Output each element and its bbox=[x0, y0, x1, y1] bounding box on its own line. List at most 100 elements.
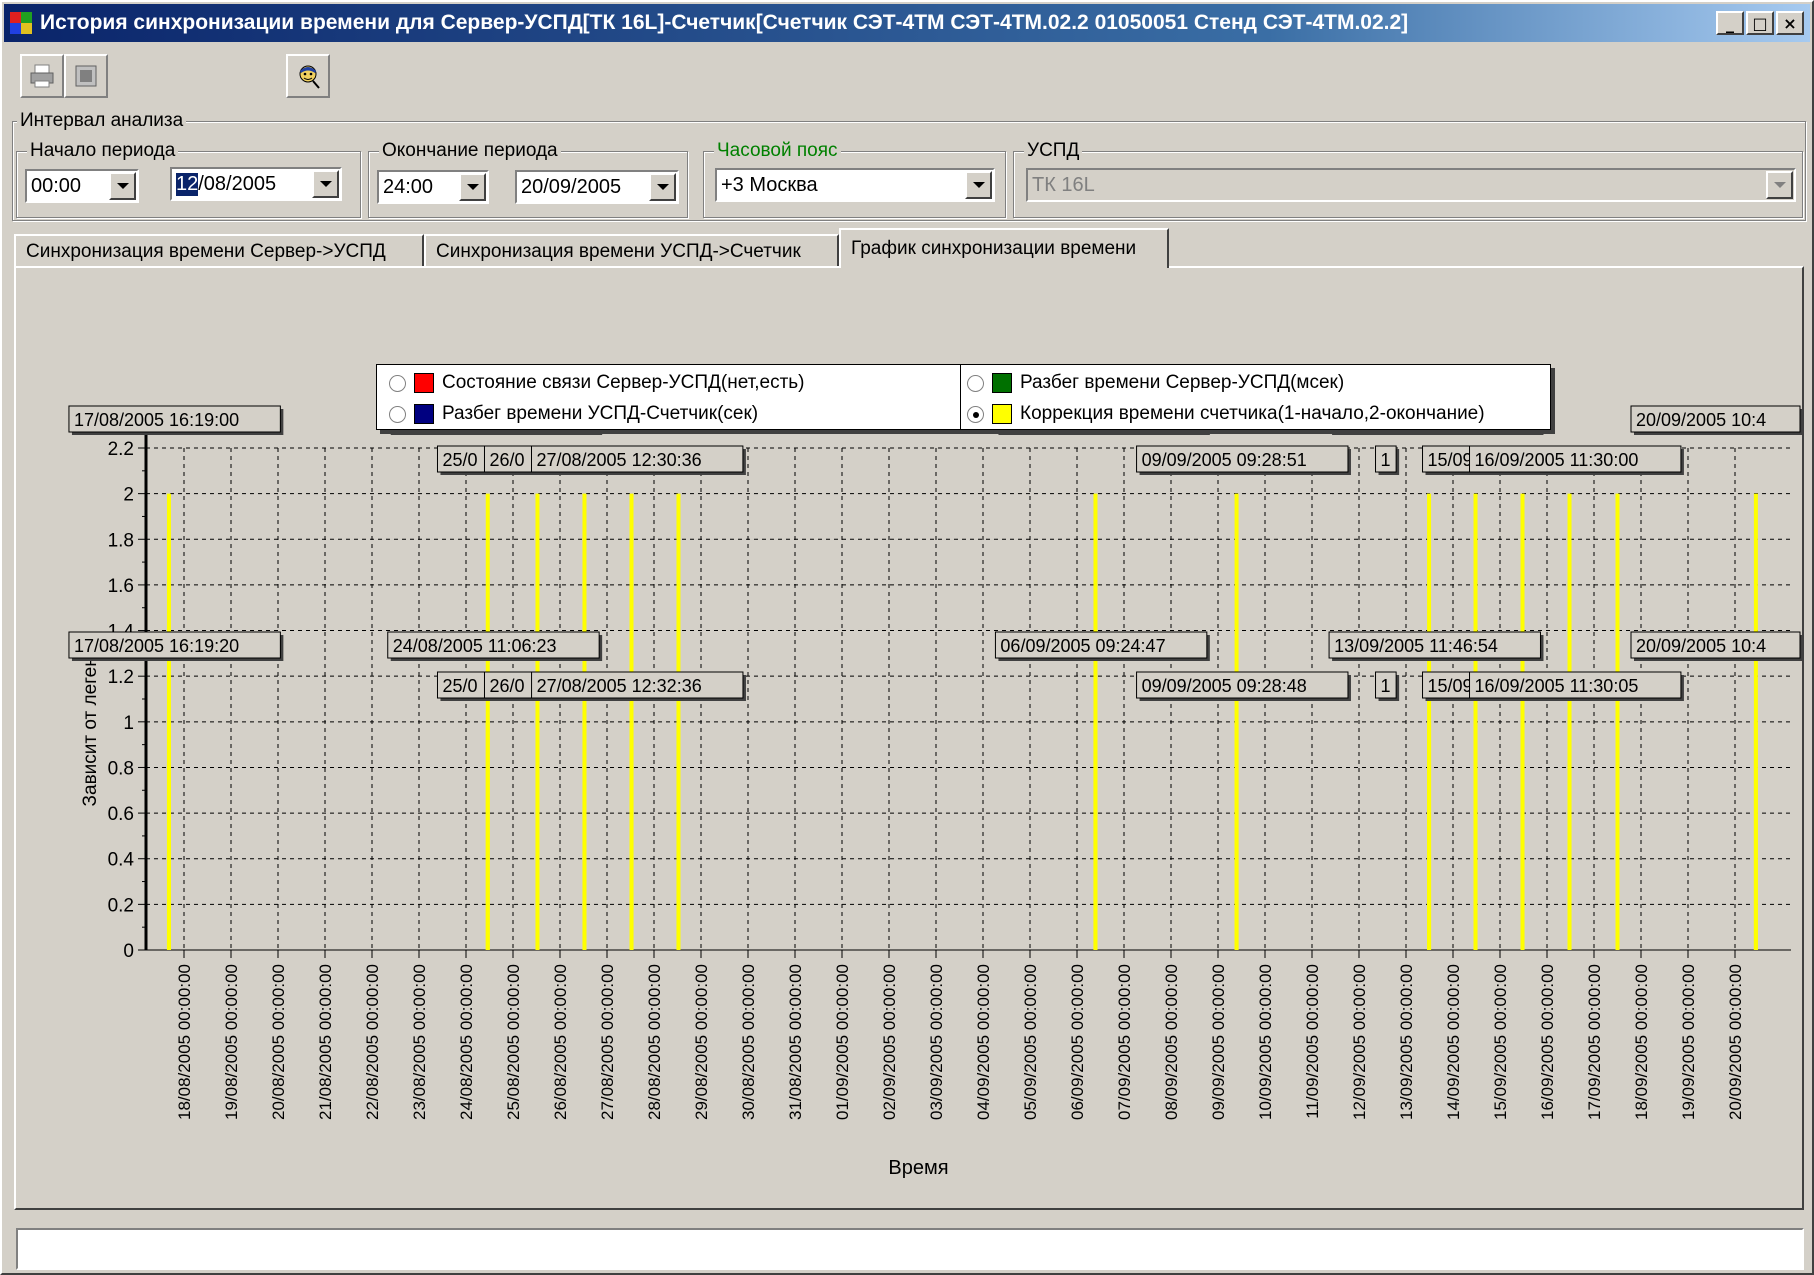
x-tick-label: 16/09/2005 00:00:00 bbox=[1538, 964, 1557, 1120]
x-tick-label: 29/08/2005 00:00:00 bbox=[692, 964, 711, 1120]
tab-server-uspd-sync[interactable]: Синхронизация времени Сервер->УСПД bbox=[14, 234, 424, 268]
app-icon bbox=[10, 12, 32, 34]
x-tick-label: 03/09/2005 00:00:00 bbox=[927, 964, 946, 1120]
uspd-select[interactable]: ТК 16L bbox=[1026, 168, 1796, 202]
x-tick-label: 08/09/2005 00:00:00 bbox=[1162, 964, 1181, 1120]
legend-item-server-uspd-drift[interactable]: Разбег времени Сервер-УСПД(мсек) bbox=[967, 369, 1344, 397]
data-label: 13/09/2005 11:46:54 bbox=[1334, 636, 1498, 656]
data-label: 16/09/2005 11:30:05 bbox=[1475, 676, 1639, 696]
legend-item-connection[interactable]: Состояние связи Сервер-УСПД(нет,есть) bbox=[389, 369, 805, 397]
x-tick-label: 30/08/2005 00:00:00 bbox=[739, 964, 758, 1120]
title-bar[interactable]: История синхронизации времени для Сервер… bbox=[4, 4, 1810, 42]
data-label: 20/09/2005 10:4 bbox=[1636, 636, 1766, 656]
y-tick-label: 2.2 bbox=[108, 439, 134, 460]
start-date-day-selected: 12 bbox=[176, 172, 199, 196]
x-tick-label: 18/08/2005 00:00:00 bbox=[175, 964, 194, 1120]
data-label: 25/0 bbox=[442, 450, 477, 470]
x-tick-label: 14/09/2005 00:00:00 bbox=[1444, 964, 1463, 1120]
chevron-down-icon[interactable] bbox=[965, 171, 992, 199]
y-tick-label: 1.2 bbox=[108, 667, 134, 688]
tab-sync-chart[interactable]: График синхронизации времени bbox=[839, 228, 1169, 268]
data-label: 17/08/2005 16:19:20 bbox=[74, 636, 239, 656]
y-tick-label: 1.6 bbox=[108, 576, 134, 597]
chart-legend: Состояние связи Сервер-УСПД(нет,есть) Ра… bbox=[376, 364, 1551, 430]
tab-uspd-meter-sync[interactable]: Синхронизация времени УСПД->Счетчик bbox=[424, 234, 839, 268]
data-label: 20/09/2005 10:4 bbox=[1636, 410, 1766, 430]
x-tick-label: 15/09/2005 00:00:00 bbox=[1491, 964, 1510, 1120]
data-label: 1 bbox=[1381, 450, 1391, 470]
data-label: 06/09/2005 09:24:47 bbox=[1000, 636, 1165, 656]
x-tick-label: 10/09/2005 00:00:00 bbox=[1256, 964, 1275, 1120]
legend-item-meter-correction[interactable]: Коррекция времени счетчика(1-начало,2-ок… bbox=[967, 400, 1485, 428]
uspd-label: УСПД bbox=[1024, 140, 1083, 162]
data-label: 09/09/2005 09:28:51 bbox=[1142, 450, 1307, 470]
app-window: История синхронизации времени для Сервер… bbox=[0, 0, 1814, 1275]
x-tick-label: 02/09/2005 00:00:00 bbox=[880, 964, 899, 1120]
chevron-down-icon[interactable] bbox=[649, 173, 676, 201]
x-tick-label: 13/09/2005 00:00:00 bbox=[1397, 964, 1416, 1120]
user-button[interactable] bbox=[286, 54, 330, 98]
preview-icon bbox=[75, 65, 97, 87]
start-label: Начало периода bbox=[27, 140, 179, 162]
y-tick-label: 0.6 bbox=[108, 804, 134, 825]
x-tick-label: 04/09/2005 00:00:00 bbox=[974, 964, 993, 1120]
x-tick-label: 21/08/2005 00:00:00 bbox=[316, 964, 335, 1120]
minimize-button[interactable]: _ bbox=[1716, 11, 1744, 35]
preview-button[interactable] bbox=[64, 54, 108, 98]
status-bar bbox=[16, 1228, 1804, 1270]
x-tick-label: 09/09/2005 00:00:00 bbox=[1209, 964, 1228, 1120]
x-tick-label: 27/08/2005 00:00:00 bbox=[598, 964, 617, 1120]
chevron-down-icon[interactable] bbox=[312, 170, 339, 198]
data-label: 17/08/2005 16:19:00 bbox=[74, 410, 239, 430]
interval-label: Интервал анализа bbox=[17, 110, 187, 132]
y-tick-label: 2 bbox=[123, 485, 134, 506]
window-title: История синхронизации времени для Сервер… bbox=[40, 11, 1409, 34]
data-label: 26/0 bbox=[489, 450, 524, 470]
chevron-down-icon[interactable] bbox=[459, 173, 486, 201]
x-tick-label: 06/09/2005 00:00:00 bbox=[1068, 964, 1087, 1120]
x-tick-label: 20/09/2005 00:00:00 bbox=[1726, 964, 1745, 1120]
x-tick-label: 17/09/2005 00:00:00 bbox=[1585, 964, 1604, 1120]
end-label: Окончание периода bbox=[379, 140, 561, 162]
legend-item-uspd-meter-drift[interactable]: Разбег времени УСПД-Счетчик(сек) bbox=[389, 400, 758, 428]
radio-server-uspd-drift[interactable] bbox=[967, 374, 984, 392]
x-axis-title: Время bbox=[888, 1157, 948, 1179]
data-label: 25/0 bbox=[442, 676, 477, 696]
y-tick-label: 0 bbox=[123, 941, 134, 962]
x-tick-label: 24/08/2005 00:00:00 bbox=[457, 964, 476, 1120]
x-tick-label: 19/08/2005 00:00:00 bbox=[222, 964, 241, 1120]
radio-meter-correction[interactable] bbox=[967, 405, 984, 423]
x-tick-label: 12/09/2005 00:00:00 bbox=[1350, 964, 1369, 1120]
y-tick-label: 0.2 bbox=[108, 895, 134, 916]
user-icon bbox=[299, 65, 320, 89]
x-tick-label: 28/08/2005 00:00:00 bbox=[645, 964, 664, 1120]
x-tick-label: 05/09/2005 00:00:00 bbox=[1021, 964, 1040, 1120]
data-label: 1 bbox=[1381, 676, 1391, 696]
print-button[interactable] bbox=[20, 54, 64, 98]
y-tick-label: 1 bbox=[123, 713, 134, 734]
end-time-select[interactable]: 24:00 bbox=[377, 170, 489, 204]
data-label: 27/08/2005 12:32:36 bbox=[537, 676, 702, 696]
x-tick-label: 23/08/2005 00:00:00 bbox=[410, 964, 429, 1120]
radio-connection[interactable] bbox=[389, 374, 406, 392]
printer-icon bbox=[30, 64, 54, 88]
x-tick-label: 31/08/2005 00:00:00 bbox=[786, 964, 805, 1120]
x-tick-label: 26/08/2005 00:00:00 bbox=[551, 964, 570, 1120]
start-date-field[interactable]: 12/08/2005 bbox=[170, 167, 342, 201]
x-tick-label: 20/08/2005 00:00:00 bbox=[269, 964, 288, 1120]
radio-uspd-meter-drift[interactable] bbox=[389, 405, 406, 423]
x-tick-label: 25/08/2005 00:00:00 bbox=[504, 964, 523, 1120]
end-date-field[interactable]: 20/09/2005 bbox=[515, 170, 679, 204]
x-tick-label: 19/09/2005 00:00:00 bbox=[1679, 964, 1698, 1120]
maximize-button[interactable]: □ bbox=[1746, 11, 1774, 35]
timezone-label: Часовой пояс bbox=[714, 140, 841, 162]
timezone-select[interactable]: +3 Москва bbox=[715, 168, 995, 202]
data-label: 26/0 bbox=[489, 676, 524, 696]
y-tick-label: 0.8 bbox=[108, 758, 134, 779]
chevron-down-icon[interactable] bbox=[1766, 171, 1793, 199]
data-label: 24/08/2005 11:06:23 bbox=[393, 636, 557, 656]
chevron-down-icon[interactable] bbox=[109, 172, 136, 200]
y-tick-label: 1.8 bbox=[108, 530, 134, 551]
start-time-select[interactable]: 00:00 bbox=[25, 169, 139, 203]
close-button[interactable]: × bbox=[1776, 11, 1804, 35]
